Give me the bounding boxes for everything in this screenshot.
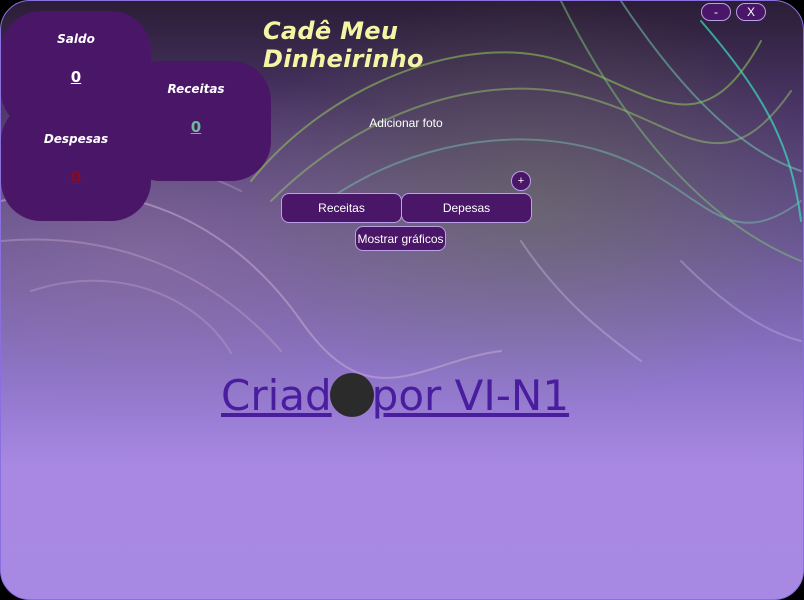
despesas-card: Despesas 0: [1, 101, 151, 221]
show-charts-button[interactable]: Mostrar gráficos: [355, 226, 446, 251]
despesas-label: Despesas: [43, 132, 109, 146]
add-photo-plus-button[interactable]: +: [511, 171, 531, 191]
credit-text-end: por VI-N1: [371, 370, 570, 420]
receitas-label: Receitas: [167, 82, 225, 96]
credit-text-start: Criad: [221, 370, 332, 420]
add-photo-label[interactable]: Adicionar foto: [341, 116, 471, 130]
app-window: Cadê Meu Dinheirinho - X Saldo 0 Receita…: [0, 0, 804, 600]
app-title: Cadê Meu Dinheirinho: [263, 17, 424, 73]
github-icon: [329, 373, 374, 417]
close-button[interactable]: X: [736, 3, 766, 21]
despesas-value: 0: [70, 168, 82, 186]
receitas-button[interactable]: Receitas: [281, 193, 402, 223]
credit-link[interactable]: Criad por VI-N1: [221, 367, 569, 423]
despesas-button[interactable]: Depesas: [401, 193, 532, 223]
saldo-label: Saldo: [57, 32, 95, 46]
minimize-button[interactable]: -: [701, 3, 731, 21]
